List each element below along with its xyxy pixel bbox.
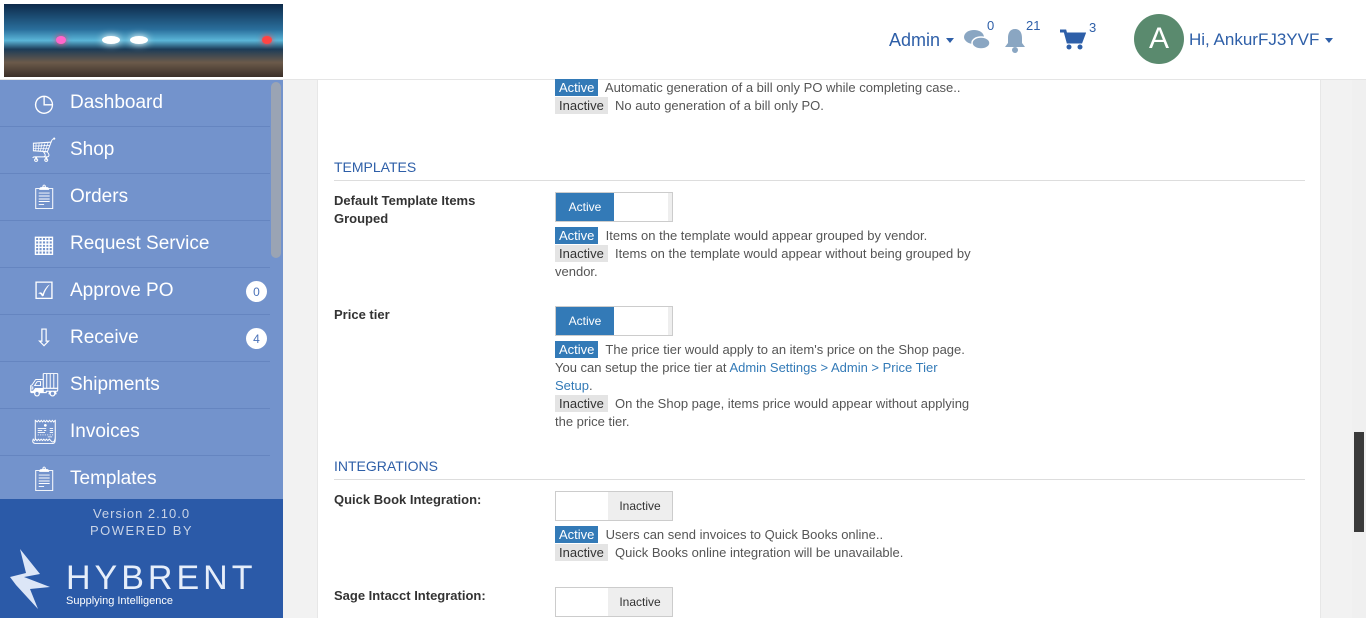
- messages-count: 0: [987, 18, 995, 33]
- inactive-badge: Inactive: [555, 544, 608, 561]
- quickbook-description: Active Users can send invoices to Quick …: [555, 526, 975, 562]
- default-template-label: Default Template Items Grouped: [334, 193, 476, 226]
- bill-only-po-description: Active Automatic generation of a bill on…: [555, 79, 975, 115]
- active-badge: Active: [555, 227, 599, 244]
- sidebar-item-dashboard[interactable]: ◷ Dashboard: [0, 80, 270, 127]
- page-scrollbar-thumb[interactable]: [1354, 432, 1364, 532]
- sidebar-item-orders[interactable]: 📋︎ Orders: [0, 174, 270, 221]
- admin-label: Admin: [889, 29, 941, 50]
- sidebar-item-label: Approve PO: [70, 280, 174, 301]
- templates-icon: 📋︎: [28, 465, 60, 493]
- punctuation: .: [588, 378, 593, 393]
- active-description: Automatic generation of a bill only PO w…: [604, 80, 961, 95]
- sidebar-item-receive[interactable]: ⇩ Receive 4: [0, 315, 270, 362]
- sidebar-footer: Version 2.10.0 POWERED BY HYBRENT Supply…: [0, 499, 283, 618]
- sidebar-item-approve-po[interactable]: ☑ Approve PO 0: [0, 268, 270, 315]
- section-heading-templates: TEMPLATES: [334, 159, 1305, 181]
- sidebar-item-label: Shipments: [70, 374, 160, 395]
- dashboard-icon: ◷: [33, 89, 55, 117]
- invoice-icon: 🧾︎: [28, 418, 60, 446]
- user-greeting: Hi, AnkurFJ3YVF: [1189, 30, 1320, 49]
- inactive-description: On the Shop page, items price would appe…: [555, 396, 970, 429]
- header-banner-image: [4, 4, 283, 77]
- cart-icon: 🛒︎: [28, 136, 60, 164]
- version-text: Version 2.10.0: [92, 506, 191, 521]
- default-template-description: Active Items on the template would appea…: [555, 227, 975, 281]
- notifications-button[interactable]: [1003, 0, 1027, 80]
- sidebar-scrollbar-thumb[interactable]: [271, 82, 281, 258]
- inactive-description: Items on the template would appear witho…: [555, 246, 971, 279]
- inactive-badge: Inactive: [555, 395, 608, 412]
- active-badge: Active: [555, 341, 599, 358]
- request-service-icon: ▦: [32, 230, 56, 258]
- inactive-description: No auto generation of a bill only PO.: [615, 98, 824, 113]
- toggle-state: Active: [556, 307, 614, 335]
- sidebar-item-label: Receive: [70, 327, 139, 348]
- sidebar-item-label: Orders: [70, 186, 129, 207]
- active-badge: Active: [555, 526, 599, 543]
- sidebar-item-label: Request Service: [70, 233, 210, 254]
- count-badge: 4: [246, 328, 267, 349]
- sidebar-item-label: Shop: [70, 139, 115, 160]
- truck-icon: 🚚︎: [28, 371, 60, 399]
- brand-name: HYBRENT: [66, 559, 257, 597]
- price-tier-description: Active The price tier would apply to an …: [555, 341, 975, 431]
- quickbook-toggle[interactable]: Inactive: [555, 491, 673, 521]
- receive-icon: ⇩: [33, 324, 55, 352]
- sidebar-item-label: Templates: [70, 468, 157, 489]
- sage-label: Sage Intacct Integration:: [334, 588, 486, 603]
- approve-po-icon: ☑: [33, 277, 55, 305]
- sage-toggle[interactable]: Inactive: [555, 587, 673, 617]
- chevron-down-icon: [946, 37, 955, 43]
- notifications-count: 21: [1026, 18, 1041, 33]
- inactive-description: Quick Books online integration will be u…: [615, 545, 904, 560]
- active-badge: Active: [555, 79, 599, 96]
- sidebar-item-invoices[interactable]: 🧾︎ Invoices: [0, 409, 270, 456]
- admin-menu[interactable]: Admin: [889, 0, 955, 80]
- price-tier-toggle[interactable]: Active: [555, 306, 673, 336]
- top-header: Admin 0 21 3 A Hi, AnkurFJ3YVF: [0, 0, 1366, 80]
- active-description: Items on the template would appear group…: [605, 228, 928, 243]
- sidebar-item-shipments[interactable]: 🚚︎ Shipments: [0, 362, 270, 409]
- avatar[interactable]: A: [1134, 14, 1184, 64]
- toggle-state: Inactive: [608, 492, 672, 520]
- sidebar-item-label: Invoices: [70, 421, 140, 442]
- user-menu[interactable]: Hi, AnkurFJ3YVF: [1189, 0, 1334, 80]
- cart-icon: [1060, 29, 1086, 50]
- chevron-down-icon: [1325, 37, 1334, 43]
- active-description: Users can send invoices to Quick Books o…: [605, 527, 884, 542]
- section-heading-integrations: INTEGRATIONS: [334, 458, 1305, 480]
- quickbook-label: Quick Book Integration:: [334, 492, 482, 507]
- messages-button[interactable]: [963, 0, 991, 80]
- inactive-badge: Inactive: [555, 245, 608, 262]
- sidebar: ◷ Dashboard 🛒︎ Shop 📋︎ Orders ▦ Request Serv…: [0, 80, 283, 618]
- hybrent-logo-icon: [10, 549, 50, 609]
- sidebar-item-shop[interactable]: 🛒︎ Shop: [0, 127, 270, 174]
- count-badge: 0: [246, 281, 267, 302]
- bell-icon: [1005, 29, 1025, 53]
- brand-tagline: Supplying Intelligence: [66, 595, 174, 607]
- settings-panel: Active Automatic generation of a bill on…: [317, 79, 1321, 618]
- default-template-toggle[interactable]: Active: [555, 192, 673, 222]
- price-tier-label: Price tier: [334, 307, 390, 322]
- powered-by-text: POWERED BY: [89, 523, 194, 538]
- orders-icon: 📋︎: [28, 183, 60, 211]
- sidebar-item-templates[interactable]: 📋︎ Templates: [0, 456, 270, 503]
- inactive-badge: Inactive: [555, 97, 608, 114]
- toggle-state: Active: [556, 193, 614, 221]
- sidebar-item-label: Dashboard: [70, 92, 163, 113]
- cart-button[interactable]: [1060, 0, 1086, 80]
- toggle-state: Inactive: [608, 588, 672, 616]
- cart-count: 3: [1089, 20, 1097, 35]
- sidebar-item-request-service[interactable]: ▦ Request Service: [0, 221, 270, 268]
- page-scrollbar[interactable]: [1352, 80, 1366, 618]
